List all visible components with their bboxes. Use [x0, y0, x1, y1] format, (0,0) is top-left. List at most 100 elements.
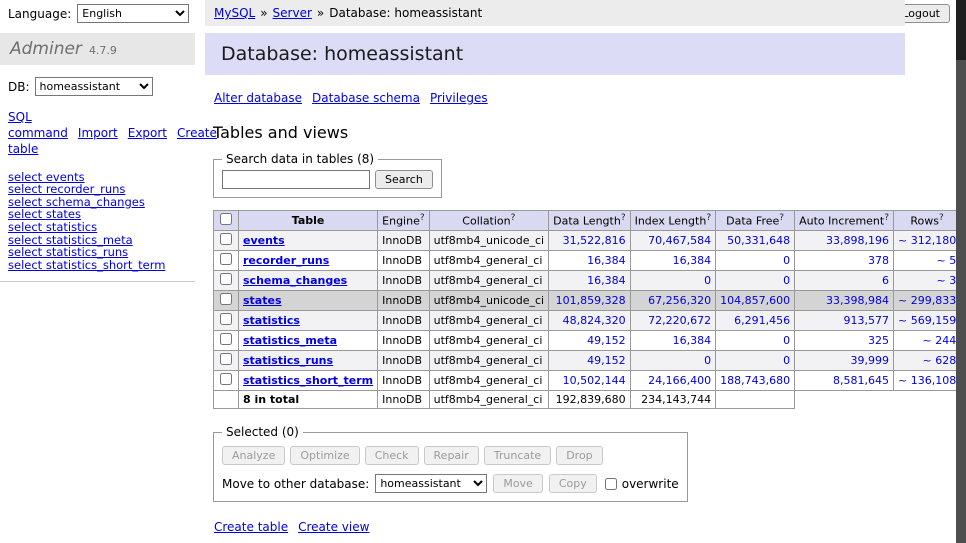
table-stat-link[interactable]: 72,220,672: [648, 314, 711, 327]
table-stat-link[interactable]: 0: [783, 274, 790, 287]
table-stat-link[interactable]: 6: [882, 274, 889, 287]
sidebar: Adminer 4.7.9 DB: homeassistant SQL comm…: [0, 33, 195, 282]
table-stat-link[interactable]: 49,152: [587, 354, 626, 367]
table-name-link[interactable]: statistics_short_term: [243, 374, 373, 387]
table-stat-link[interactable]: ~ 136,108: [898, 374, 956, 387]
row-checkbox[interactable]: [220, 373, 232, 385]
table-stat-link[interactable]: ~ 569,159: [898, 314, 956, 327]
table-stat-link[interactable]: 378: [868, 254, 889, 267]
db-select[interactable]: homeassistant: [35, 77, 153, 96]
row-checkbox[interactable]: [220, 233, 232, 245]
data-length-cell: 48,824,320: [549, 311, 630, 331]
table-stat-link[interactable]: ~ 299,833: [898, 294, 956, 307]
table-name-link[interactable]: states: [243, 294, 282, 307]
column-help-link[interactable]: ?: [511, 213, 516, 223]
table-stat-link[interactable]: 16,384: [673, 254, 712, 267]
column-help-link[interactable]: ?: [706, 213, 711, 223]
table-name-link[interactable]: statistics_meta: [243, 334, 337, 347]
table-stat-link[interactable]: ~ 312,180: [898, 234, 956, 247]
create-link[interactable]: Create table: [214, 520, 288, 534]
collation-cell: utf8mb4_general_ci: [429, 251, 548, 271]
table-stat-link[interactable]: 50,331,648: [727, 234, 790, 247]
sidebar-quick-link[interactable]: SQL command: [8, 110, 68, 140]
database-nav-link[interactable]: Privileges: [430, 91, 488, 105]
select-all-checkbox[interactable]: [220, 213, 232, 225]
table-name-link[interactable]: recorder_runs: [243, 254, 329, 267]
total-index-length-cell: 234,143,744: [630, 391, 716, 409]
table-stat-link[interactable]: 16,384: [587, 254, 626, 267]
table-stat-link[interactable]: 0: [783, 254, 790, 267]
sidebar-table-link[interactable]: select recorder_runs: [8, 183, 195, 196]
database-nav-link[interactable]: Database schema: [312, 91, 420, 105]
engine-cell: InnoDB: [378, 331, 429, 351]
sidebar-table-link[interactable]: select statistics: [8, 221, 195, 234]
table-stat-link[interactable]: 10,502,144: [563, 374, 626, 387]
table-name-link[interactable]: schema_changes: [243, 274, 347, 287]
breadcrumb-link-server[interactable]: Server: [273, 6, 312, 20]
table-name-link[interactable]: events: [243, 234, 285, 247]
table-stat-link[interactable]: 0: [704, 354, 711, 367]
table-stat-link[interactable]: 39,999: [851, 354, 890, 367]
scrollbar[interactable]: [956, 0, 966, 543]
table-stat-link[interactable]: ~ 628: [922, 354, 956, 367]
search-input[interactable]: [222, 170, 370, 189]
app-version-link[interactable]: 4.7.9: [89, 44, 117, 57]
move-db-select[interactable]: homeassistant: [375, 474, 487, 493]
breadcrumb-link-system[interactable]: MySQL: [214, 6, 255, 20]
table-stat-link[interactable]: ~ 3: [936, 274, 956, 287]
create-link[interactable]: Create view: [298, 520, 369, 534]
data-length-cell: 16,384: [549, 271, 630, 291]
row-checkbox[interactable]: [220, 313, 232, 325]
table-stat-link[interactable]: ~ 244: [922, 334, 956, 347]
table-stat-link[interactable]: 33,398,984: [826, 294, 889, 307]
table-stat-link[interactable]: 16,384: [587, 274, 626, 287]
table-stat-link[interactable]: 6,291,456: [734, 314, 790, 327]
column-help-link[interactable]: ?: [939, 213, 944, 223]
column-help-link[interactable]: ?: [779, 213, 784, 223]
database-nav-link[interactable]: Alter database: [214, 91, 302, 105]
table-stat-link[interactable]: 0: [783, 354, 790, 367]
row-checkbox[interactable]: [220, 333, 232, 345]
sidebar-table-link[interactable]: select statistics_runs: [8, 246, 195, 259]
table-stat-link[interactable]: 0: [704, 274, 711, 287]
table-stat-link[interactable]: 70,467,584: [648, 234, 711, 247]
table-stat-link[interactable]: 8,581,645: [833, 374, 889, 387]
row-checkbox[interactable]: [220, 253, 232, 265]
table-stat-link[interactable]: 67,256,320: [648, 294, 711, 307]
rows-cell: ~ 136,108: [894, 371, 961, 391]
table-stat-link[interactable]: 31,522,816: [563, 234, 626, 247]
table-stat-link[interactable]: 49,152: [587, 334, 626, 347]
sidebar-quick-link[interactable]: Export: [128, 126, 167, 140]
table-row: statistics_short_termInnoDButf8mb4_gener…: [214, 371, 966, 391]
table-stat-link[interactable]: 104,857,600: [720, 294, 790, 307]
overwrite-label: overwrite: [622, 477, 679, 491]
search-button[interactable]: Search: [375, 170, 433, 189]
table-stat-link[interactable]: 0: [783, 334, 790, 347]
column-help-link[interactable]: ?: [621, 213, 626, 223]
table-stat-link[interactable]: ~ 5: [936, 254, 956, 267]
table-stat-link[interactable]: 24,166,400: [648, 374, 711, 387]
column-help-link[interactable]: ?: [420, 213, 425, 223]
column-help-link[interactable]: ?: [884, 213, 889, 223]
table-stat-link[interactable]: 48,824,320: [563, 314, 626, 327]
sidebar-quick-link[interactable]: Import: [78, 126, 118, 140]
table-stat-link[interactable]: 913,577: [844, 314, 890, 327]
table-name-cell: events: [239, 231, 378, 251]
table-stat-link[interactable]: 188,743,680: [720, 374, 790, 387]
table-stat-link[interactable]: 101,859,328: [556, 294, 626, 307]
table-stat-link[interactable]: 16,384: [673, 334, 712, 347]
table-stat-link[interactable]: 325: [868, 334, 889, 347]
breadcrumb-current: Database: homeassistant: [329, 6, 482, 20]
language-select[interactable]: English: [77, 4, 189, 23]
overwrite-checkbox[interactable]: [605, 478, 617, 490]
scrollbar-thumb[interactable]: [956, 0, 966, 60]
table-name-link[interactable]: statistics: [243, 314, 300, 327]
row-checkbox[interactable]: [220, 273, 232, 285]
data-free-cell: 6,291,456: [716, 311, 795, 331]
row-checkbox[interactable]: [220, 353, 232, 365]
breadcrumb: MySQL » Server » Database: homeassistant: [205, 0, 905, 26]
table-stat-link[interactable]: 33,898,196: [826, 234, 889, 247]
sidebar-table-link[interactable]: select statistics_short_term: [8, 259, 195, 272]
row-checkbox[interactable]: [220, 293, 232, 305]
table-name-link[interactable]: statistics_runs: [243, 354, 333, 367]
